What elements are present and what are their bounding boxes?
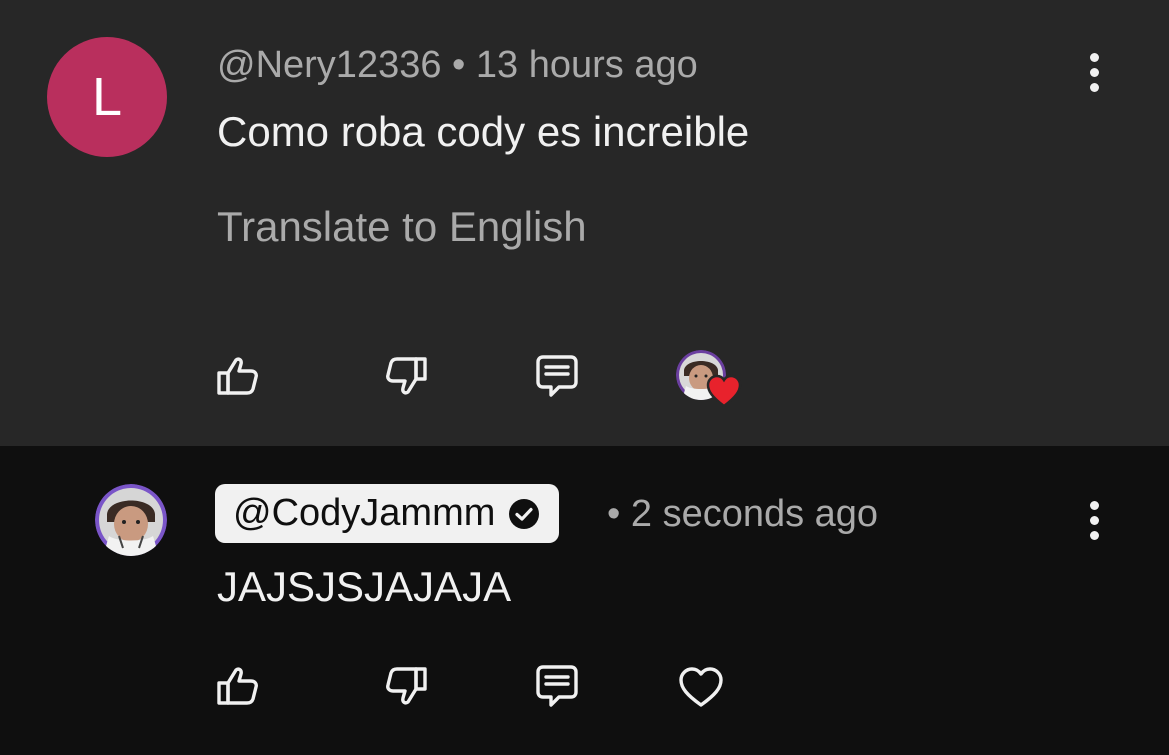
heart-icon[interactable] [673,658,729,714]
more-vertical-icon[interactable] [1074,490,1114,550]
reply-comment-icon[interactable] [529,658,585,714]
creator-name-badge[interactable]: @CodyJammm [215,484,560,543]
author-name[interactable]: @Nery12336 [217,44,441,86]
more-vertical-icon[interactable] [1074,42,1114,102]
comment-thread: L @Nery12336 • 13 hours ago Como roba co… [0,0,1169,755]
thumbs-down-icon[interactable] [379,658,435,714]
comment-text: Como roba cody es increible [217,108,750,155]
creator-heart-badge [672,350,744,410]
heart-icon [706,374,742,408]
timestamp: 13 hours ago [475,44,698,86]
thumbs-up-icon[interactable] [209,348,265,404]
comment-meta: • 2 seconds ago [607,493,878,536]
reply-comment-icon[interactable] [529,348,585,404]
meta-separator: • [452,44,466,86]
meta-separator: • [607,493,621,535]
verified-check-icon [509,498,540,529]
comment-text: JAJSJSJAJAJA [217,563,512,610]
author-name[interactable]: @CodyJammm [233,492,495,535]
translate-link[interactable]: Translate to English [217,203,587,251]
avatar[interactable]: L [47,37,167,157]
timestamp: 2 seconds ago [630,493,879,535]
avatar[interactable] [95,484,167,556]
top-comment: L @Nery12336 • 13 hours ago Como roba co… [0,0,1169,446]
comment-meta: @Nery12336 • 13 hours ago [217,44,698,87]
thumbs-up-icon[interactable] [209,658,265,714]
thumbs-down-icon[interactable] [379,348,435,404]
